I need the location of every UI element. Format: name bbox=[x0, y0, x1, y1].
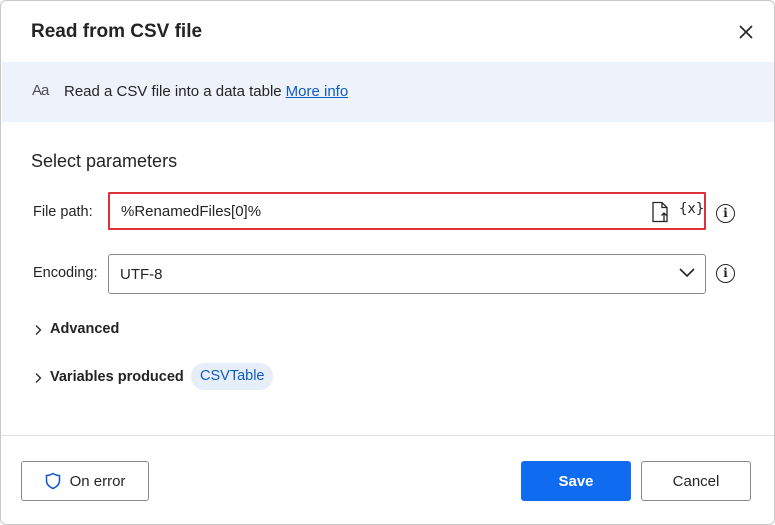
footer-divider bbox=[2, 435, 774, 436]
variable-icon[interactable]: {x} bbox=[679, 201, 704, 217]
read-csv-dialog: Read from CSV file Aa Read a CSV file in… bbox=[0, 0, 775, 525]
file-path-info-icon[interactable]: i bbox=[716, 204, 735, 223]
file-select-icon[interactable] bbox=[650, 201, 670, 223]
dialog-title: Read from CSV file bbox=[31, 21, 203, 42]
advanced-label: Advanced bbox=[50, 321, 120, 337]
save-button[interactable]: Save bbox=[521, 461, 631, 501]
text-format-icon: Aa bbox=[32, 82, 49, 99]
encoding-info-icon[interactable]: i bbox=[716, 264, 735, 283]
info-banner: Aa Read a CSV file into a data table More… bbox=[2, 62, 774, 122]
chevron-right-icon bbox=[35, 373, 42, 383]
on-error-button[interactable]: On error bbox=[21, 461, 149, 501]
advanced-expander[interactable]: Advanced bbox=[34, 321, 144, 341]
file-path-label: File path: bbox=[33, 204, 93, 220]
on-error-label: On error bbox=[69, 472, 126, 490]
encoding-select[interactable]: UTF-8 bbox=[108, 254, 706, 294]
chevron-down-icon[interactable] bbox=[678, 266, 696, 280]
file-path-input[interactable]: %RenamedFiles[0]% {x} bbox=[108, 192, 706, 230]
file-path-value: %RenamedFiles[0]% bbox=[121, 203, 262, 220]
close-icon[interactable] bbox=[736, 22, 756, 42]
banner-description: Read a CSV file into a data table More in… bbox=[64, 83, 348, 100]
cancel-button[interactable]: Cancel bbox=[641, 461, 751, 501]
more-info-link[interactable]: More info bbox=[286, 83, 349, 100]
encoding-value: UTF-8 bbox=[120, 266, 163, 283]
encoding-label: Encoding: bbox=[33, 265, 98, 281]
shield-icon bbox=[45, 472, 60, 490]
variables-produced-expander[interactable]: Variables produced bbox=[34, 369, 184, 389]
chevron-right-icon bbox=[35, 325, 42, 335]
variables-produced-label: Variables produced bbox=[50, 369, 184, 385]
variable-pill-csvtable[interactable]: CSVTable bbox=[191, 363, 274, 390]
section-title: Select parameters bbox=[31, 151, 178, 171]
banner-text: Read a CSV file into a data table bbox=[64, 83, 282, 100]
